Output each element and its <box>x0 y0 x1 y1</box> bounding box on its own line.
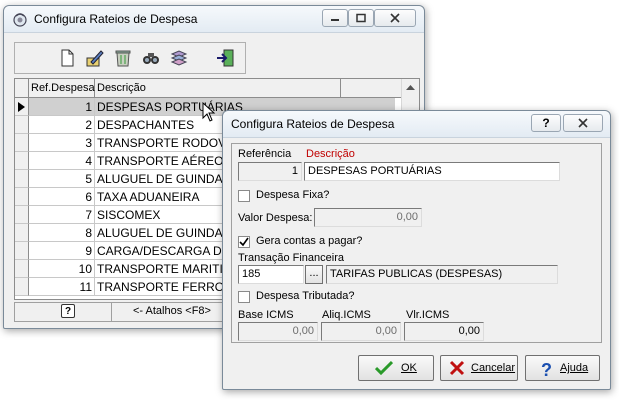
minimize-icon <box>331 19 339 21</box>
row-indicator[interactable] <box>15 98 29 116</box>
cancel-label: Cancelar <box>471 362 516 374</box>
base-icms-field[interactable]: 0,00 <box>238 322 318 341</box>
descricao-label: Descrição <box>306 148 355 160</box>
transacao-code-field[interactable]: 185 <box>238 265 304 284</box>
help-glyph: ? <box>64 306 72 317</box>
despesa-tributada-checkbox[interactable] <box>238 291 250 303</box>
close-button[interactable] <box>374 9 416 27</box>
header-ref-despesa[interactable]: Ref.Despesa <box>29 79 95 97</box>
svg-text:?: ? <box>541 360 552 378</box>
row-indicator[interactable] <box>15 224 29 242</box>
main-titlebar[interactable]: Configura Rateios de Despesa <box>4 6 424 33</box>
cell-ref-despesa[interactable]: 4 <box>29 152 95 170</box>
dialog-form-panel: Referência Descrição 1 DESPESAS PORTUÁRI… <box>231 143 602 343</box>
cell-ref-despesa[interactable]: 3 <box>29 134 95 152</box>
app-icon <box>13 13 27 27</box>
status-divider <box>111 303 112 321</box>
maximize-icon <box>356 13 366 23</box>
row-indicator[interactable] <box>15 134 29 152</box>
shortcut-label[interactable]: <- Atalhos <F8> <box>133 305 211 317</box>
help-question-icon: ? <box>541 360 552 378</box>
cancel-x-icon <box>449 360 465 376</box>
close-icon <box>390 13 400 23</box>
maximize-button[interactable] <box>348 9 374 27</box>
dialog-close-button[interactable] <box>563 114 603 132</box>
ok-label: OK <box>401 362 417 374</box>
cancel-button[interactable]: Cancelar <box>440 355 518 381</box>
scroll-up-arrow-icon[interactable] <box>406 85 415 91</box>
help-shortcut-button[interactable]: ? <box>61 304 75 318</box>
checkmark-icon <box>239 237 249 247</box>
print-icon[interactable] <box>169 48 189 68</box>
transacao-desc-field[interactable]: TARIFAS PUBLICAS (DESPESAS) <box>326 265 558 284</box>
row-indicator[interactable] <box>15 278 29 296</box>
dialog-help-glyph: ? <box>542 116 550 130</box>
browse-glyph: ... <box>309 267 319 279</box>
help-button[interactable]: ? Ajuda <box>525 355 600 381</box>
dialog-titlebar[interactable]: Configura Rateios de Despesa ? <box>223 111 610 138</box>
delete-icon[interactable] <box>113 48 133 68</box>
grid-header: Ref.Despesa Descrição <box>15 79 419 98</box>
main-window-title: Configura Rateios de Despesa <box>34 12 198 26</box>
despesa-tributada-label: Despesa Tributada? <box>256 290 355 302</box>
cell-ref-despesa[interactable]: 9 <box>29 242 95 260</box>
row-indicator[interactable] <box>15 206 29 224</box>
cell-ref-despesa[interactable]: 11 <box>29 278 95 296</box>
row-indicator[interactable] <box>15 242 29 260</box>
config-dialog: Configura Rateios de Despesa ? Referênci… <box>222 110 611 390</box>
cell-ref-despesa[interactable]: 5 <box>29 170 95 188</box>
cell-ref-despesa[interactable]: 7 <box>29 206 95 224</box>
transacao-label: Transação Financeira <box>238 252 344 264</box>
new-document-icon[interactable] <box>57 48 77 68</box>
aliq-icms-label: Aliq.ICMS <box>322 309 371 321</box>
gera-contas-checkbox[interactable] <box>238 236 250 248</box>
ok-button[interactable]: OK <box>358 355 434 381</box>
search-icon[interactable] <box>141 48 161 68</box>
toolbar <box>14 42 246 74</box>
cell-ref-despesa[interactable]: 2 <box>29 116 95 134</box>
mouse-cursor-icon <box>202 102 216 122</box>
valor-despesa-field[interactable]: 0,00 <box>314 208 422 227</box>
row-indicator[interactable] <box>15 152 29 170</box>
base-icms-label: Base ICMS <box>238 309 294 321</box>
current-row-arrow-icon <box>18 102 25 112</box>
vlr-icms-field[interactable]: 0,00 <box>404 322 484 341</box>
descricao-field[interactable]: DESPESAS PORTUÁRIAS <box>304 162 560 181</box>
close-icon <box>578 118 588 128</box>
valor-despesa-label: Valor Despesa: <box>238 212 313 224</box>
row-indicator[interactable] <box>15 170 29 188</box>
cell-ref-despesa[interactable]: 1 <box>29 98 95 116</box>
despesa-fixa-label: Despesa Fixa? <box>256 189 330 201</box>
row-indicator[interactable] <box>15 116 29 134</box>
despesa-fixa-checkbox[interactable] <box>238 190 250 202</box>
dialog-title: Configura Rateios de Despesa <box>231 117 395 131</box>
header-indicator <box>15 79 29 97</box>
referencia-field[interactable]: 1 <box>238 162 302 181</box>
row-indicator[interactable] <box>15 188 29 206</box>
cell-ref-despesa[interactable]: 6 <box>29 188 95 206</box>
edit-icon[interactable] <box>85 48 105 68</box>
cell-ref-despesa[interactable]: 8 <box>29 224 95 242</box>
exit-icon[interactable] <box>215 48 235 68</box>
cell-ref-despesa[interactable]: 10 <box>29 260 95 278</box>
referencia-label: Referência <box>238 148 292 160</box>
help-label: Ajuda <box>560 362 589 374</box>
check-icon <box>375 360 393 376</box>
aliq-icms-field[interactable]: 0,00 <box>321 322 401 341</box>
transacao-browse-button[interactable]: ... <box>305 265 323 284</box>
row-indicator[interactable] <box>15 260 29 278</box>
gera-contas-label: Gera contas a pagar? <box>256 235 363 247</box>
dialog-help-button[interactable]: ? <box>531 114 561 132</box>
header-descricao[interactable]: Descrição <box>95 79 341 97</box>
vlr-icms-label: Vlr.ICMS <box>406 309 450 321</box>
minimize-button[interactable] <box>322 9 348 27</box>
